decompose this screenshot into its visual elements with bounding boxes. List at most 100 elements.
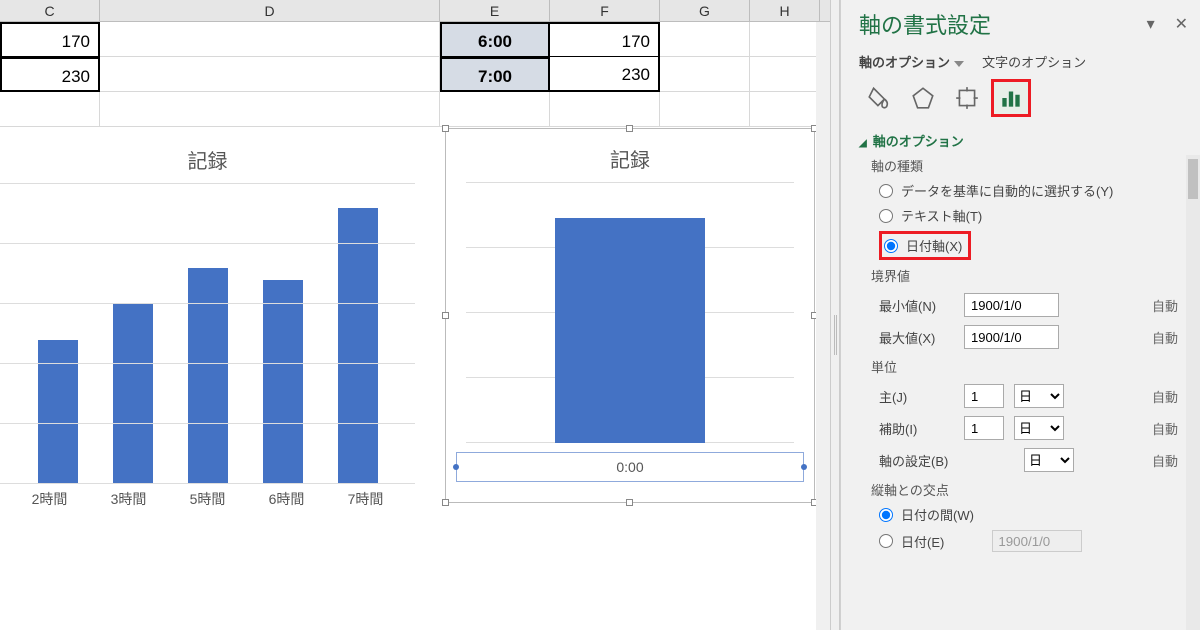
col-header-f[interactable]: F xyxy=(550,0,660,21)
chart-right[interactable]: 記録 0:00 xyxy=(445,128,815,503)
chart-right-xlabel: 0:00 xyxy=(457,459,803,475)
minor-unit-select[interactable]: 日 xyxy=(1014,416,1064,440)
resize-handle[interactable] xyxy=(442,125,449,132)
sheet-scrollbar-vertical[interactable] xyxy=(816,22,830,630)
cell-f3[interactable] xyxy=(550,92,660,127)
pane-scrollbar-vertical[interactable] xyxy=(1186,155,1200,630)
chart-left[interactable]: 記録 2時間 3時間 5時間 6時間 7時間 xyxy=(0,145,415,515)
major-unit-select[interactable]: 日 xyxy=(1014,384,1064,408)
cell-e1[interactable]: 6:00 xyxy=(440,22,550,57)
bounds-label: 境界値 xyxy=(871,266,1188,285)
chart-left-xaxis: 2時間 3時間 5時間 6時間 7時間 xyxy=(0,484,415,514)
resize-handle[interactable] xyxy=(626,499,633,506)
effects-icon[interactable] xyxy=(903,79,943,117)
major-auto-label[interactable]: 自動 xyxy=(1152,387,1178,406)
section-axis-options[interactable]: 軸のオプション xyxy=(859,131,1188,150)
major-label: 主(J) xyxy=(879,387,954,406)
pane-splitter[interactable] xyxy=(830,0,840,630)
chart-left-bar xyxy=(113,304,153,484)
radio-auto-select[interactable]: データを基準に自動的に選択する(Y) xyxy=(879,181,1188,200)
major-value-input[interactable] xyxy=(964,384,1004,408)
worksheet-area[interactable]: C D E F G H 170 6:00 170 230 7:00 230 xyxy=(0,0,830,630)
min-bound-row: 最小値(N) 自動 xyxy=(879,293,1188,317)
col-header-h[interactable]: H xyxy=(750,0,820,21)
cross-date-value-input xyxy=(992,530,1082,552)
radio-date-label[interactable]: 日付軸(X) xyxy=(906,236,962,255)
cell-h2[interactable] xyxy=(750,57,820,92)
min-auto-label[interactable]: 自動 xyxy=(1152,296,1178,315)
tab-axis-options[interactable]: 軸のオプション xyxy=(859,55,964,70)
radio-date-input[interactable] xyxy=(884,239,898,253)
format-axis-pane: 軸の書式設定 ▾ ✕ 軸のオプション 文字のオプション 軸のオプション 軸の種類… xyxy=(840,0,1200,630)
cell-c1[interactable]: 170 xyxy=(0,22,100,57)
cell-c2[interactable]: 230 xyxy=(0,57,100,92)
resize-handle[interactable] xyxy=(442,312,449,319)
col-header-e[interactable]: E xyxy=(440,0,550,21)
max-value-input[interactable] xyxy=(964,325,1059,349)
chart-left-bar xyxy=(263,280,303,484)
chart-left-bar xyxy=(338,208,378,484)
column-headers: C D E F G H xyxy=(0,0,830,22)
chart-right-title: 記録 xyxy=(446,144,814,173)
min-value-input[interactable] xyxy=(964,293,1059,317)
pane-title: 軸の書式設定 xyxy=(859,8,991,40)
cell-f2[interactable]: 230 xyxy=(550,57,660,92)
cell-g2[interactable] xyxy=(660,57,750,92)
cell-h1[interactable] xyxy=(750,22,820,57)
radio-cross-between[interactable]: 日付の間(W) xyxy=(879,505,1188,524)
axis-handle[interactable] xyxy=(453,464,459,470)
max-bound-row: 最大値(X) 自動 xyxy=(879,325,1188,349)
pane-tabs: 軸のオプション 文字のオプション xyxy=(859,52,1188,71)
axis-handle[interactable] xyxy=(801,464,807,470)
close-icon[interactable]: ✕ xyxy=(1175,14,1188,34)
minor-auto-label[interactable]: 自動 xyxy=(1152,419,1178,438)
max-auto-label[interactable]: 自動 xyxy=(1152,328,1178,347)
pane-dropdown-icon[interactable]: ▾ xyxy=(1147,14,1155,34)
cell-d2[interactable] xyxy=(100,57,440,92)
cell-g1[interactable] xyxy=(660,22,750,57)
radio-text-axis[interactable]: テキスト軸(T) xyxy=(879,206,1188,225)
minor-label: 補助(I) xyxy=(879,419,954,438)
chart-right-bar xyxy=(555,218,705,443)
radio-date-axis-highlight: 日付軸(X) xyxy=(879,231,1188,260)
radio-cross-date[interactable]: 日付(E) xyxy=(879,530,1188,552)
cell-e2[interactable]: 7:00 xyxy=(440,57,550,92)
radio-cross-date-input[interactable] xyxy=(879,534,893,548)
col-header-c[interactable]: C xyxy=(0,0,100,21)
radio-text-input[interactable] xyxy=(879,209,893,223)
cell-g3[interactable] xyxy=(660,92,750,127)
minor-unit-row: 補助(I) 日 自動 xyxy=(879,416,1188,440)
cell-d3[interactable] xyxy=(100,92,440,127)
max-label: 最大値(X) xyxy=(879,328,954,347)
cell-grid[interactable]: 170 6:00 170 230 7:00 230 xyxy=(0,22,830,127)
axis-setting-select[interactable]: 日 xyxy=(1024,448,1074,472)
col-header-d[interactable]: D xyxy=(100,0,440,21)
axis-setting-row: 軸の設定(B) 日 自動 xyxy=(879,448,1188,472)
resize-handle[interactable] xyxy=(626,125,633,132)
chart-left-title: 記録 xyxy=(0,145,415,174)
axis-type-label: 軸の種類 xyxy=(871,156,1188,175)
cell-f1[interactable]: 170 xyxy=(550,22,660,57)
radio-auto-input[interactable] xyxy=(879,184,893,198)
chart-left-plot xyxy=(0,184,415,484)
cell-h3[interactable] xyxy=(750,92,820,127)
units-label: 単位 xyxy=(871,357,1188,376)
resize-handle[interactable] xyxy=(442,499,449,506)
axis-options-icon[interactable] xyxy=(991,79,1031,117)
minor-value-input[interactable] xyxy=(964,416,1004,440)
size-properties-icon[interactable] xyxy=(947,79,987,117)
col-header-g[interactable]: G xyxy=(660,0,750,21)
chart-right-plot xyxy=(466,183,794,443)
axis-setting-label: 軸の設定(B) xyxy=(879,451,964,470)
tab-text-options[interactable]: 文字のオプション xyxy=(982,55,1086,70)
fill-line-icon[interactable] xyxy=(859,79,899,117)
major-unit-row: 主(J) 日 自動 xyxy=(879,384,1188,408)
chart-right-axis-selection[interactable]: 0:00 xyxy=(456,452,804,482)
min-label: 最小値(N) xyxy=(879,296,954,315)
cell-e3[interactable] xyxy=(440,92,550,127)
axis-setting-auto-label[interactable]: 自動 xyxy=(1152,451,1178,470)
radio-cross-between-input[interactable] xyxy=(879,508,893,522)
cell-d1[interactable] xyxy=(100,22,440,57)
scrollbar-thumb[interactable] xyxy=(1188,159,1198,199)
cell-c3[interactable] xyxy=(0,92,100,127)
